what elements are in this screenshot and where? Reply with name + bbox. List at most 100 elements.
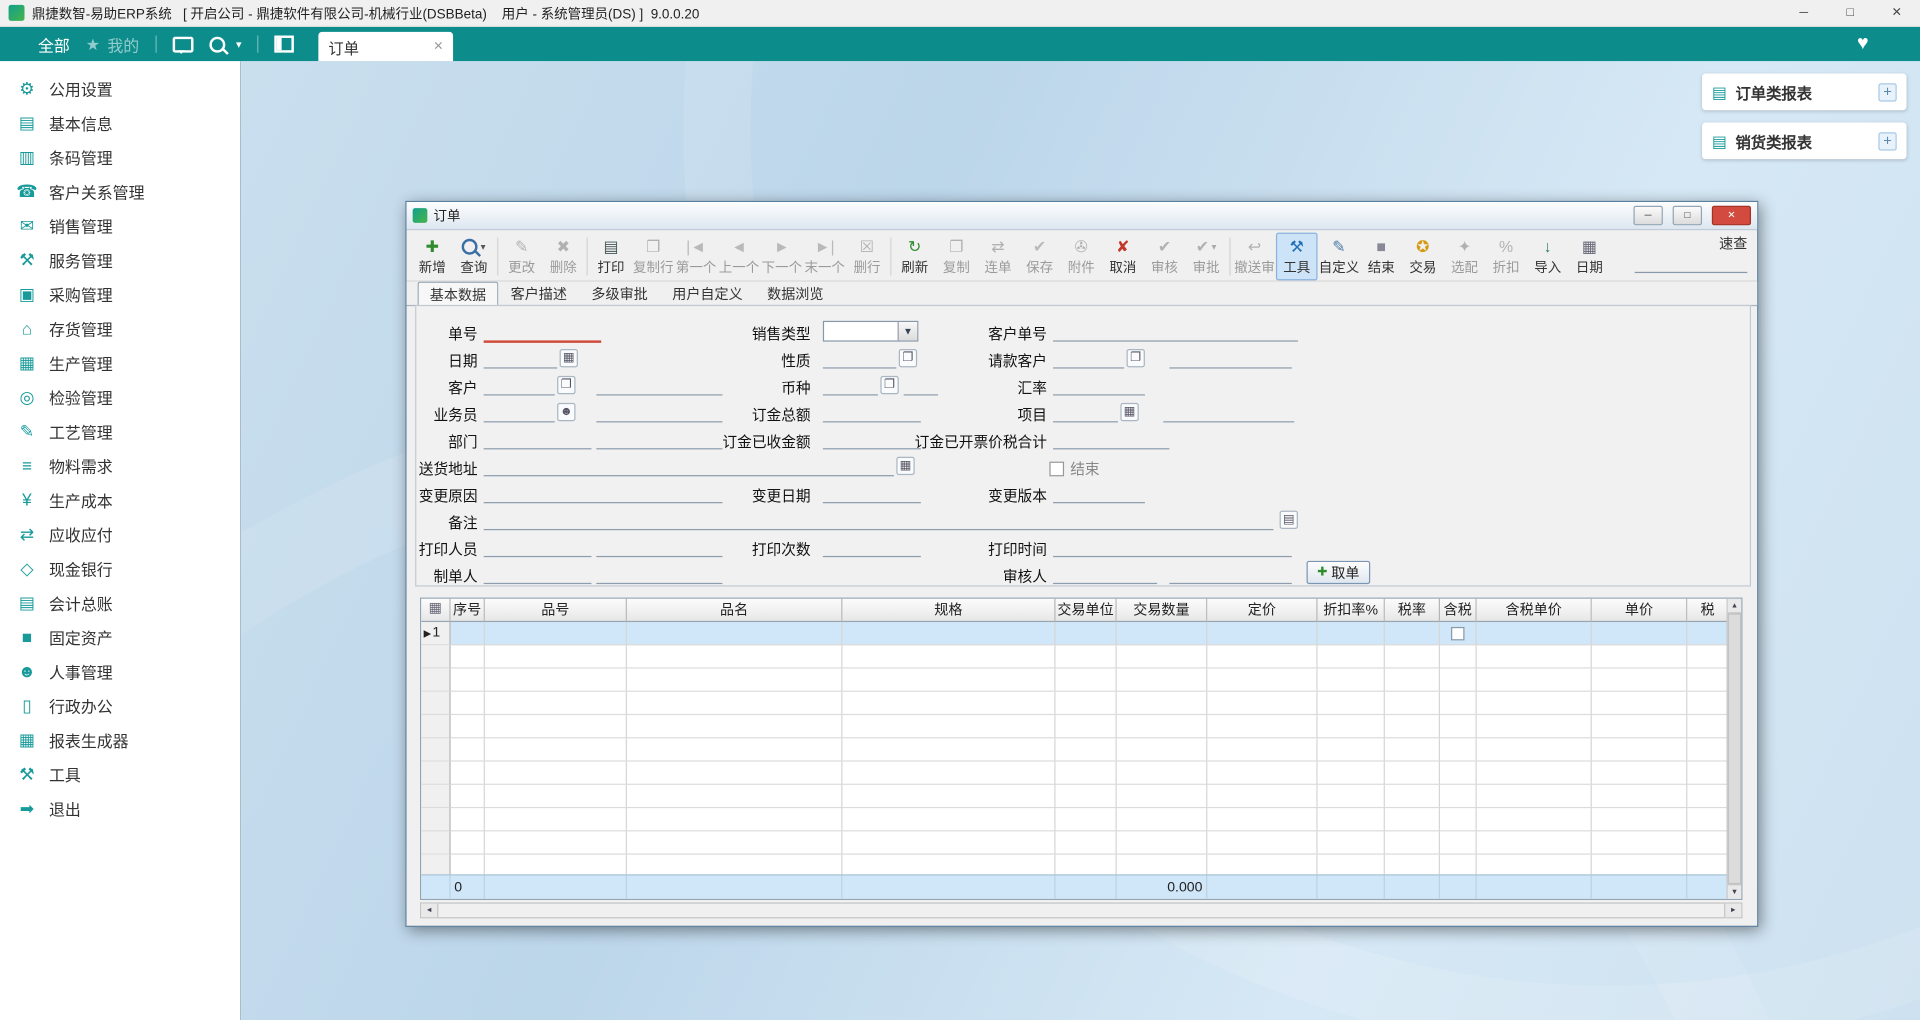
grid-cell[interactable] (627, 762, 843, 785)
grid-cell[interactable] (451, 831, 485, 854)
grid-cell[interactable] (485, 831, 627, 854)
grid-cell[interactable] (1318, 715, 1385, 738)
nav-all[interactable]: 全部 (16, 32, 70, 55)
toolbar-delete-row-button[interactable]: ☒删行 (846, 233, 888, 281)
grid-cell[interactable] (1117, 715, 1208, 738)
sidebar-item-14[interactable]: ◇现金银行 (0, 551, 240, 585)
calendar-icon[interactable]: ▦ (560, 349, 578, 367)
creator-name-input[interactable] (596, 564, 722, 584)
grid-cell[interactable] (1318, 831, 1385, 854)
column-header-8[interactable]: 税率 (1385, 599, 1440, 622)
grid-row[interactable] (421, 715, 1741, 738)
grid-cell[interactable] (1318, 785, 1385, 808)
toolbar-last-button[interactable]: ►|末一个 (803, 233, 846, 281)
delivery-address-input[interactable] (484, 457, 894, 477)
grid-row[interactable] (421, 762, 1741, 785)
grid-cell[interactable] (1440, 762, 1477, 785)
grid-cell[interactable] (1592, 645, 1688, 668)
grid-cell[interactable] (1056, 715, 1117, 738)
grid-cell[interactable] (1440, 785, 1477, 808)
grid-cell[interactable] (1477, 622, 1592, 645)
grid-cell[interactable] (1207, 762, 1317, 785)
grid-cell[interactable] (1056, 762, 1117, 785)
toolbar-approve-button[interactable]: ✔▾审批 (1185, 233, 1227, 281)
grid-cell[interactable] (451, 762, 485, 785)
scroll-left-button[interactable]: ◄ (421, 904, 438, 917)
dialog-tab-4[interactable]: 数据浏览 (755, 280, 836, 304)
dialog-tab-0[interactable]: 基本数据 (418, 282, 499, 306)
grid-cell[interactable] (1318, 738, 1385, 761)
grid-cell[interactable] (451, 669, 485, 692)
sidebar-item-10[interactable]: ✎工艺管理 (0, 414, 240, 448)
customer-browse-icon[interactable]: ❐ (1127, 349, 1145, 367)
grid-cell[interactable] (1207, 738, 1317, 761)
dialog-maximize-button[interactable]: □ (1673, 206, 1702, 226)
quick-search-input[interactable] (1635, 257, 1748, 273)
sidebar-item-8[interactable]: ▦生产管理 (0, 345, 240, 379)
grid-cell[interactable] (627, 692, 843, 715)
grid-cell[interactable] (627, 715, 843, 738)
row-selector-cell[interactable] (421, 645, 450, 668)
grid-cell[interactable] (1385, 622, 1440, 645)
search-button[interactable]: ▾ (209, 36, 241, 52)
grid-cell[interactable] (1477, 831, 1592, 854)
sidebar-item-15[interactable]: ▤会计总账 (0, 585, 240, 619)
grid-cell[interactable] (1440, 645, 1477, 668)
apps-button[interactable] (1887, 37, 1902, 52)
grid-cell[interactable] (1056, 622, 1117, 645)
grid-row-selected[interactable]: ▶1 (421, 622, 1741, 645)
grid-cell[interactable] (1056, 669, 1117, 692)
grid-cell[interactable] (1477, 715, 1592, 738)
grid-cell[interactable] (627, 831, 843, 854)
grid-cell[interactable] (1440, 808, 1477, 831)
column-header-5[interactable]: 交易数量 (1117, 599, 1208, 622)
grid-cell[interactable] (1056, 738, 1117, 761)
customer-order-no-input[interactable] (1053, 322, 1298, 342)
grid-cell[interactable] (627, 808, 843, 831)
grid-cell[interactable] (1687, 738, 1729, 761)
expand-icon[interactable]: + (1878, 132, 1896, 150)
grid-row[interactable] (421, 808, 1741, 831)
toolbar-first-button[interactable]: |◄第一个 (675, 233, 718, 281)
grid-cell[interactable] (485, 785, 627, 808)
dialog-tab-1[interactable]: 客户描述 (498, 280, 579, 304)
grid-cell[interactable] (1592, 715, 1688, 738)
grid-cell[interactable] (1592, 622, 1688, 645)
toolbar-print-button[interactable]: ▤打印 (590, 233, 632, 281)
toolbar-toolbox-button[interactable]: ⚒工具 (1276, 233, 1318, 281)
chat-button[interactable] (172, 36, 193, 52)
grid-cell[interactable] (451, 738, 485, 761)
grid-cell[interactable] (627, 622, 843, 645)
toolbar-search-button[interactable]: ▾查询 (453, 233, 495, 281)
column-header-3[interactable]: 规格 (842, 599, 1055, 622)
grid-cell[interactable] (485, 715, 627, 738)
auditor-name-input[interactable] (1169, 564, 1291, 584)
grid-cell[interactable] (1687, 785, 1729, 808)
dialog-close-button[interactable]: ✕ (1712, 206, 1751, 226)
grid-cell[interactable] (485, 645, 627, 668)
vscroll-thumb[interactable] (1728, 613, 1741, 884)
sidebar-item-0[interactable]: ⚙公用设置 (0, 71, 240, 105)
grid-cell[interactable] (1440, 738, 1477, 761)
grid-cell[interactable] (1207, 692, 1317, 715)
panel-order-reports[interactable]: ▤ 订单类报表 + (1702, 73, 1906, 110)
grid-cell[interactable] (1385, 785, 1440, 808)
grid-row[interactable] (421, 669, 1741, 692)
sidebar-item-11[interactable]: ≡物料需求 (0, 448, 240, 482)
toolbar-audit-button[interactable]: ✔审核 (1144, 233, 1186, 281)
column-header-6[interactable]: 定价 (1207, 599, 1317, 622)
grid-cell[interactable] (1318, 669, 1385, 692)
sidebar-item-5[interactable]: ⚒服务管理 (0, 242, 240, 276)
checkbox-box[interactable] (1049, 461, 1064, 476)
sidebar-item-6[interactable]: ▣采购管理 (0, 277, 240, 311)
grid-cell[interactable] (842, 692, 1055, 715)
project-input[interactable] (1053, 403, 1118, 423)
dialog-tab-3[interactable]: 用户自定义 (660, 280, 755, 304)
sidebar-toggle-button[interactable] (275, 36, 295, 53)
column-header-11[interactable]: 单价 (1592, 599, 1688, 622)
grid-cell[interactable] (1385, 762, 1440, 785)
grid-cell[interactable] (1477, 692, 1592, 715)
grid-cell[interactable] (842, 785, 1055, 808)
grid-cell[interactable] (1687, 622, 1729, 645)
grid-cell[interactable] (1318, 622, 1385, 645)
